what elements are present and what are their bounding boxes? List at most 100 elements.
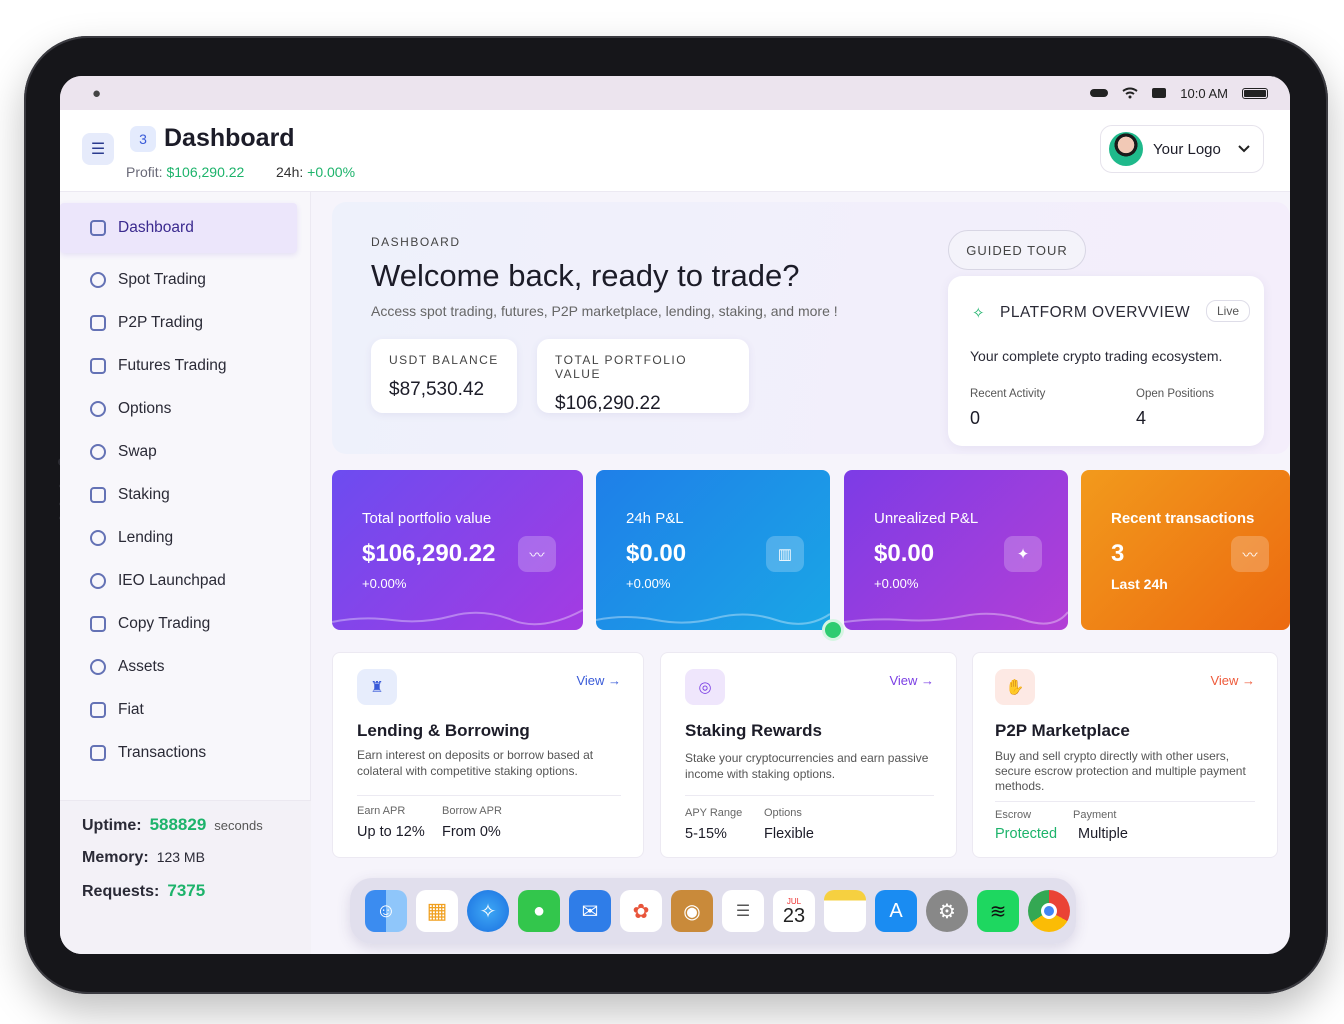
card-lending[interactable]: ♜ View → Lending & Borrowing Earn intere…: [332, 652, 644, 858]
divider: [357, 795, 621, 796]
overview-title: PLATFORM OVERVVIEW: [1000, 304, 1191, 321]
sidebar-item-label: Assets: [118, 657, 165, 675]
memory-label: Memory:: [82, 849, 149, 866]
sidebar-item-swap[interactable]: Swap: [60, 430, 311, 473]
reminders-icon[interactable]: ☰: [722, 890, 764, 932]
sparkline: [332, 609, 583, 626]
divider: [685, 795, 934, 796]
calendar-icon[interactable]: JUL 23: [773, 890, 815, 932]
card-title: Lending & Borrowing: [357, 721, 530, 740]
field-label: Earn APR: [357, 805, 406, 817]
requests-label: Requests:: [82, 883, 160, 900]
sidebar-item-futures-trading[interactable]: Futures Trading: [60, 344, 311, 387]
sidebar-item-staking[interactable]: Staking: [60, 473, 311, 516]
field-value: Up to 12%: [357, 824, 425, 840]
view-link[interactable]: View →: [576, 673, 621, 688]
coins-icon: ◎: [685, 669, 725, 705]
sidebar-item-lending[interactable]: Lending: [60, 516, 311, 559]
view-link[interactable]: View →: [1210, 673, 1255, 688]
messages-icon[interactable]: ●: [518, 890, 560, 932]
apple-icon: ●: [92, 84, 102, 102]
sidebar-item-copy-trading[interactable]: Copy Trading: [60, 602, 311, 645]
chrome-icon[interactable]: [1028, 890, 1070, 932]
card-desc: Stake your cryptocurrencies and earn pas…: [685, 751, 929, 781]
sidebar-item-label: Lending: [118, 528, 174, 546]
h24-summary: 24h: +0.00%: [276, 164, 355, 180]
h24-label: 24h:: [276, 164, 304, 180]
books-icon[interactable]: ◉: [671, 890, 713, 932]
kpi-title: Recent transactions: [1111, 510, 1255, 527]
card-p2p[interactable]: ✋ View → P2P Marketplace Buy and sell cr…: [972, 652, 1278, 858]
field-value: From 0%: [442, 824, 501, 840]
kpi-card-recent-transactions[interactable]: Recent transactions 3 Last 24h 〰: [1081, 470, 1290, 630]
field-label: Borrow APR: [442, 805, 502, 817]
fiat-icon: [90, 701, 106, 718]
status-time: 10:0 AM: [1180, 85, 1228, 101]
sidebar-item-assets[interactable]: Assets: [60, 645, 311, 688]
requests-stat: Requests: 7375: [82, 881, 289, 901]
memory-value: 123 MB: [156, 849, 205, 865]
portfolio-value-card: TOTAL PORTFOLIO VALUE $106,290.22: [537, 339, 749, 414]
launchpad-icon[interactable]: ▦: [416, 890, 458, 932]
field-label: Escrow: [995, 809, 1032, 821]
sidebar-item-fiat[interactable]: Fiat: [60, 688, 311, 731]
profit-summary: Profit: $106,290.22: [126, 164, 244, 180]
card-staking[interactable]: ◎ View → Staking Rewards Stake your cryp…: [660, 652, 957, 858]
guided-tour-button[interactable]: GUIDED TOUR: [948, 230, 1086, 270]
page-title: Dashboard: [164, 124, 295, 152]
kpi-sub: Last 24h: [1111, 576, 1168, 592]
menu-icon: ☰: [90, 141, 106, 158]
handshake-icon: ✋: [995, 669, 1035, 705]
staking-icon: [90, 486, 106, 503]
battery-icon: [1242, 87, 1268, 99]
mail-icon[interactable]: ✉: [569, 890, 611, 932]
profit-value: $106,290.22: [166, 164, 245, 180]
memory-stat: Memory: 123 MB: [82, 849, 289, 867]
view-link[interactable]: View →: [889, 673, 934, 688]
sidebar-item-spot-trading[interactable]: Spot Trading: [60, 258, 311, 301]
sidebar-item-label: Spot Trading: [118, 270, 206, 288]
requests-value: 7375: [167, 881, 206, 900]
menu-button[interactable]: ☰: [82, 133, 114, 165]
spotify-icon[interactable]: ≋: [977, 890, 1019, 932]
pill-icon: [1090, 89, 1109, 97]
welcome-panel: DASHBOARD Welcome back, ready to trade? …: [332, 202, 1290, 454]
sparkline: [596, 613, 830, 625]
account-dropdown[interactable]: Your Logo: [1100, 125, 1264, 173]
top-bar: ☰ 3 Dashboard Profit: $106,290.22 24h: +…: [60, 110, 1290, 192]
kpi-card-portfolio[interactable]: Total portfolio value $106,290.22 +0.00%…: [332, 470, 583, 630]
recent-activity-value: 0: [970, 408, 981, 428]
spot-trading-icon: [90, 271, 106, 288]
kpi-card-24h-pnl[interactable]: 24h P&L $0.00 +0.00% ▥: [596, 470, 830, 630]
users-icon: [90, 314, 106, 331]
settings-icon[interactable]: ⚙: [926, 890, 968, 932]
uptime-stat: Uptime: 588829 seconds: [82, 815, 289, 835]
profit-label: Profit:: [126, 164, 163, 180]
sidebar-item-p2p-trading[interactable]: P2P Trading: [60, 301, 311, 344]
field-value: 5-15%: [685, 826, 727, 842]
notification-badge[interactable]: 3: [130, 126, 156, 152]
launchpad-icon: [90, 572, 106, 589]
main-content: DASHBOARD Welcome back, ready to trade? …: [312, 192, 1290, 954]
kpi-sub: +0.00%: [874, 576, 919, 591]
kpi-card-unrealized-pnl[interactable]: Unrealized P&L $0.00 +0.00% ✦: [844, 470, 1068, 630]
usdt-balance-value: $87,530.42: [389, 379, 485, 400]
card-title: Staking Rewards: [685, 721, 822, 740]
sidebar-item-transactions[interactable]: Transactions: [60, 731, 311, 774]
sidebar-item-label: Fiat: [118, 700, 144, 718]
sidebar-nav: Dashboard Spot Trading P2P Trading Futur…: [60, 203, 311, 774]
chevron-down-icon: [1238, 145, 1250, 153]
portfolio-value-label: TOTAL PORTFOLIO VALUE: [555, 353, 688, 381]
overview-desc: Your complete crypto trading ecosystem.: [970, 348, 1223, 364]
h24-value: +0.00%: [307, 164, 356, 180]
finder-icon[interactable]: ☺: [365, 890, 407, 932]
sidebar: Dashboard Spot Trading P2P Trading Futur…: [60, 192, 311, 954]
notes-icon[interactable]: [824, 890, 866, 932]
sidebar-item-options[interactable]: Options: [60, 387, 311, 430]
sidebar-item-ieo-launchpad[interactable]: IEO Launchpad: [60, 559, 311, 602]
photos-icon[interactable]: ✿: [620, 890, 662, 932]
safari-icon[interactable]: ✧: [467, 890, 509, 932]
card-desc: Earn interest on deposits or borrow base…: [357, 748, 594, 778]
sidebar-item-dashboard[interactable]: Dashboard: [60, 203, 297, 253]
app-store-icon[interactable]: A: [875, 890, 917, 932]
